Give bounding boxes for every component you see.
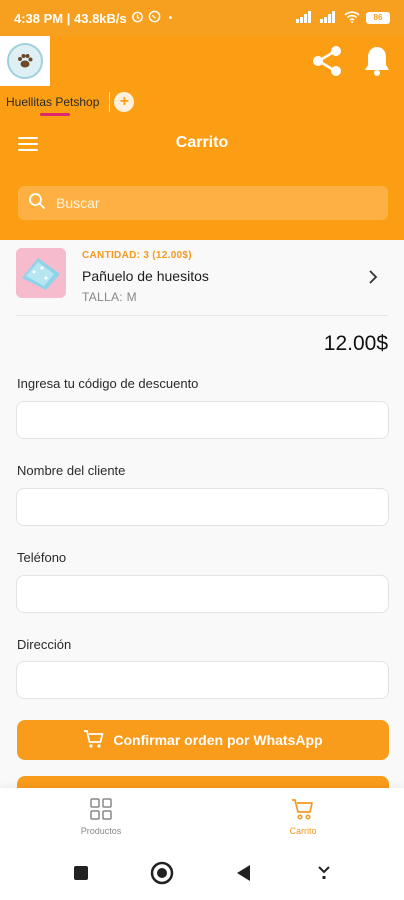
item-name: Pañuelo de huesitos [82, 268, 209, 284]
item-size: TALLA: M [82, 290, 137, 304]
item-quantity: CANTIDAD: 3 (12.00$) [82, 250, 192, 261]
chevron-right-icon[interactable] [368, 270, 378, 289]
customer-name-label: Nombre del cliente [17, 463, 126, 478]
cart-nav-icon [291, 798, 315, 822]
whatsapp-icon [148, 10, 161, 26]
add-tab-button[interactable]: + [114, 92, 135, 112]
notification-dot-icon: • [168, 12, 173, 24]
confirm-whatsapp-button[interactable]: Confirmar orden por WhatsApp [17, 720, 389, 760]
recents-icon[interactable] [66, 858, 96, 888]
bottom-navigation: Productos Carrito [0, 788, 404, 846]
address-label: Dirección [17, 637, 72, 652]
page-title: Carrito [175, 134, 229, 151]
share-icon[interactable] [308, 42, 346, 80]
tab-label: Huellitas Petshop [6, 95, 100, 109]
cart-content: CANTIDAD: 3 (12.00$) Pañuelo de huesitos… [0, 240, 404, 788]
active-tab-indicator [40, 113, 70, 116]
phone-field[interactable] [16, 575, 389, 613]
back-icon[interactable] [228, 858, 258, 888]
tab-divider [109, 92, 111, 112]
phone-label: Teléfono [17, 550, 67, 565]
store-logo[interactable] [0, 36, 50, 86]
signal-2-icon [320, 10, 338, 26]
customer-name-field[interactable] [16, 488, 389, 526]
nav-item-productos[interactable]: Productos [0, 788, 202, 846]
discount-label: Ingresa tu código de descuento [17, 376, 199, 391]
status-bar: 4:38 PM | 43.8kB/s • 86 [0, 0, 404, 36]
secondary-button[interactable] [17, 776, 389, 788]
battery-icon: 86 [366, 12, 390, 24]
wifi-icon [344, 10, 360, 26]
app-header [0, 36, 404, 86]
cart-total: 12.00$ [323, 332, 388, 355]
divider [16, 315, 388, 316]
address-field[interactable] [16, 661, 389, 699]
bell-icon[interactable] [358, 42, 396, 80]
title-bar: Carrito [0, 118, 404, 240]
search-icon [28, 192, 46, 215]
product-thumbnail [16, 248, 66, 298]
alarm-icon [131, 10, 144, 26]
signal-icon [296, 10, 314, 26]
nav-item-carrito[interactable]: Carrito [202, 788, 404, 846]
store-tab-bar: Huellitas Petshop + [0, 86, 404, 118]
cart-icon [83, 729, 105, 752]
search-bar[interactable] [18, 186, 388, 220]
status-time-speed: 4:38 PM | 43.8kB/s [14, 10, 127, 26]
confirm-button-label: Confirmar orden por WhatsApp [113, 732, 323, 748]
grid-icon [90, 798, 112, 822]
system-navigation-bar [0, 846, 404, 900]
nav-label-carrito: Carrito [289, 826, 317, 836]
tab-huellitas-petshop[interactable]: Huellitas Petshop [0, 86, 105, 118]
collapse-icon[interactable] [309, 858, 339, 888]
paw-icon [7, 43, 43, 79]
nav-label-productos: Productos [80, 826, 122, 836]
discount-code-field[interactable] [16, 401, 389, 439]
search-input[interactable] [56, 195, 356, 211]
home-icon[interactable] [147, 858, 177, 888]
cart-item[interactable]: CANTIDAD: 3 (12.00$) Pañuelo de huesitos… [16, 246, 388, 314]
